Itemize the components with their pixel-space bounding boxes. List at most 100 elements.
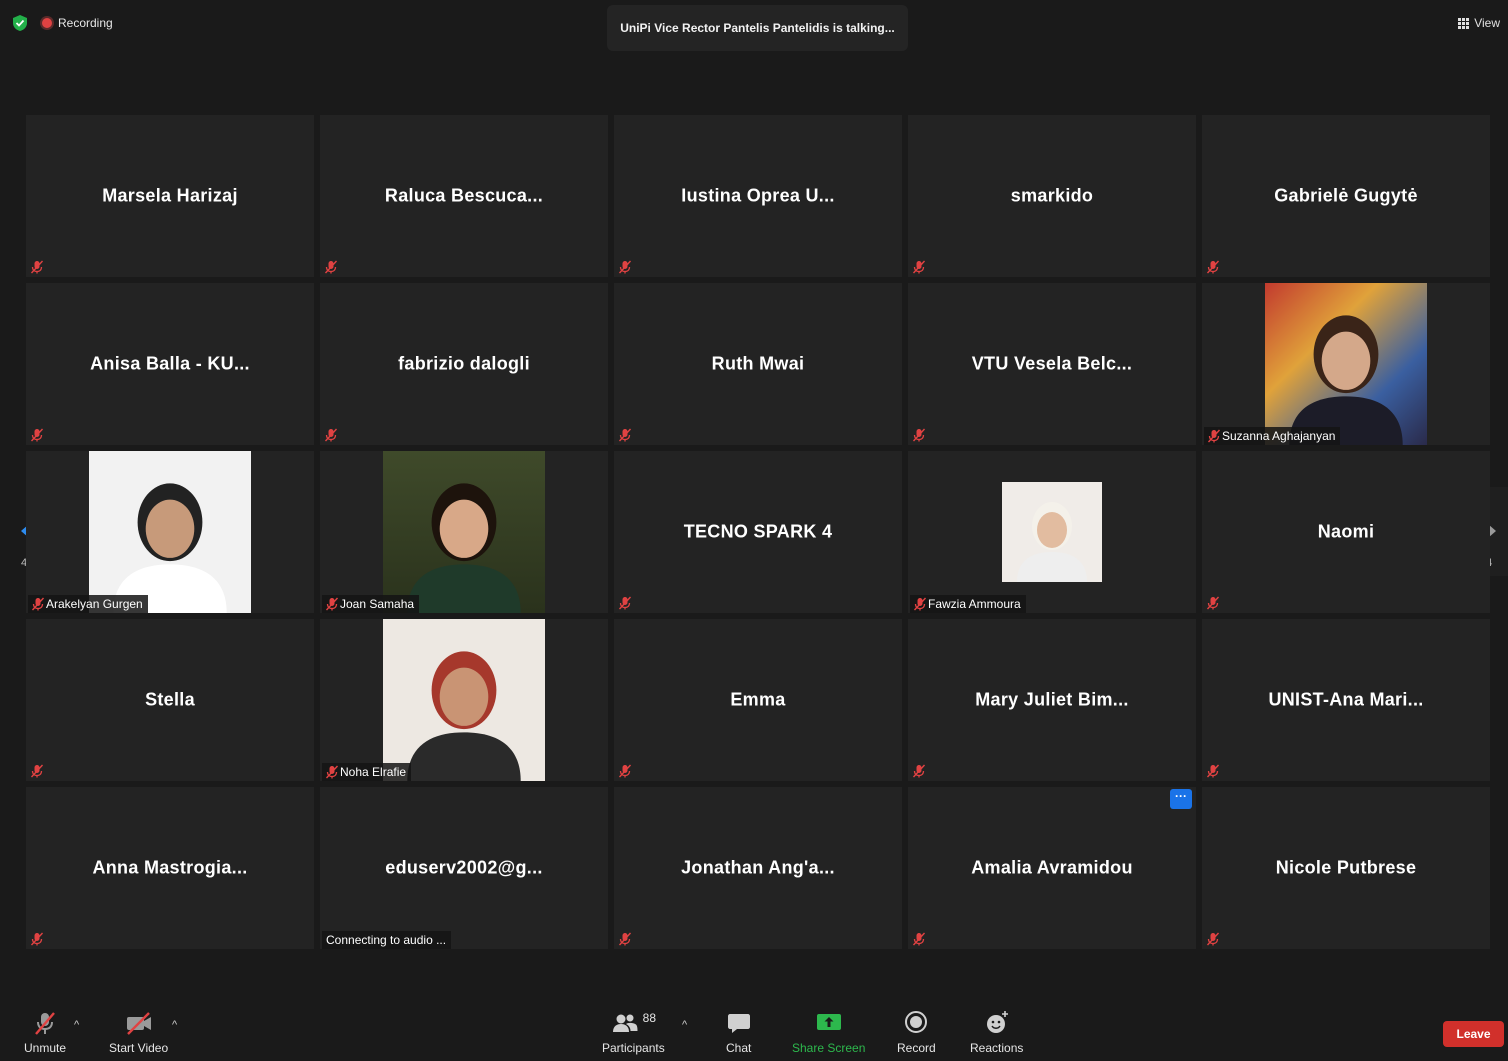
participant-name: Mary Juliet Bim... (975, 689, 1129, 710)
participants-options-chevron-icon[interactable]: ^ (682, 1019, 687, 1031)
participant-tile[interactable]: Suzanna Aghajanyan (1202, 283, 1490, 445)
participant-name: fabrizio dalogli (398, 353, 530, 374)
participant-tile[interactable]: Raluca Bescuca... (320, 115, 608, 277)
grid-view-icon (1458, 17, 1470, 29)
participant-tile[interactable]: VTU Vesela Belc... (908, 283, 1196, 445)
participants-button[interactable]: 88 Participants (602, 1010, 665, 1055)
participant-tile[interactable]: smarkido (908, 115, 1196, 277)
audio-status-label: Connecting to audio ... (322, 931, 452, 949)
participant-tile[interactable]: Ruth Mwai (614, 283, 902, 445)
participant-name-label: Noha Elrafie (322, 763, 412, 781)
participant-name: Gabrielė Gugytė (1274, 185, 1418, 206)
participant-tile[interactable]: Emma (614, 619, 902, 781)
muted-mic-icon (325, 597, 339, 611)
muted-mic-icon (1206, 764, 1220, 778)
muted-mic-icon (912, 260, 926, 274)
participant-label-text: Fawzia Ammoura (928, 597, 1021, 611)
muted-mic-icon (30, 932, 44, 946)
participant-name: UNIST-Ana Mari... (1268, 689, 1424, 710)
record-button[interactable]: Record (897, 1010, 936, 1055)
participant-name: Ruth Mwai (711, 353, 805, 374)
unmute-button[interactable]: Unmute (24, 1010, 66, 1055)
participants-icon (612, 1014, 638, 1032)
recording-label: Recording (58, 16, 113, 30)
participant-name: Naomi (1317, 521, 1375, 542)
participant-tile[interactable]: Fawzia Ammoura (908, 451, 1196, 613)
muted-mic-icon (618, 260, 632, 274)
start-video-label: Start Video (109, 1041, 169, 1055)
participant-name-label: Joan Samaha (322, 595, 420, 613)
view-button[interactable]: View (1458, 16, 1500, 30)
unmute-label: Unmute (24, 1041, 67, 1055)
participant-tile[interactable]: Stella (26, 619, 314, 781)
video-options-chevron-icon[interactable]: ^ (172, 1019, 177, 1031)
participant-name: Nicole Putbrese (1275, 857, 1417, 878)
participant-name: Anisa Balla - KU... (90, 353, 250, 374)
muted-mic-icon (913, 597, 927, 611)
muted-mic-icon (618, 596, 632, 610)
recording-indicator[interactable]: Recording (42, 16, 113, 30)
share-screen-button[interactable]: Share Screen (792, 1010, 865, 1055)
participant-name: smarkido (1010, 185, 1094, 206)
participant-tile[interactable]: fabrizio dalogli (320, 283, 608, 445)
chat-button[interactable]: Chat (726, 1010, 751, 1055)
participant-tile[interactable]: Mary Juliet Bim... (908, 619, 1196, 781)
reactions-smiley-icon (986, 1011, 1008, 1033)
muted-mic-icon (618, 932, 632, 946)
muted-mic-icon (1206, 260, 1220, 274)
reactions-label: Reactions (970, 1041, 1024, 1055)
chat-bubble-icon (727, 1014, 750, 1033)
audio-options-chevron-icon[interactable]: ^ (74, 1019, 79, 1031)
more-options-icon[interactable]: ··· (1170, 789, 1192, 809)
participant-tile[interactable]: Noha Elrafie (320, 619, 608, 781)
participant-label-text: Joan Samaha (340, 597, 415, 611)
view-label: View (1474, 16, 1500, 30)
muted-mic-icon (31, 597, 45, 611)
active-speaker-banner: UniPi Vice Rector Pantelis Pantelidis is… (607, 5, 908, 51)
participant-name: Marsela Harizaj (102, 185, 238, 206)
participant-tile[interactable]: Anisa Balla - KU... (26, 283, 314, 445)
participant-tile[interactable]: Marsela Harizaj (26, 115, 314, 277)
participant-video-image (383, 451, 545, 613)
participant-tile[interactable]: eduserv2002@g... Connecting to audio ... (320, 787, 608, 949)
muted-mic-icon (912, 428, 926, 442)
participant-name: Jonathan Ang'a... (681, 857, 835, 878)
participant-label-text: Noha Elrafie (340, 765, 407, 779)
share-screen-label: Share Screen (792, 1041, 866, 1055)
participant-name-label: Arakelyan Gurgen (28, 595, 148, 613)
participant-tile[interactable]: Naomi (1202, 451, 1490, 613)
reactions-button[interactable]: Reactions (970, 1010, 1023, 1055)
muted-mic-icon (912, 932, 926, 946)
start-video-button[interactable]: Start Video (109, 1010, 168, 1055)
leave-button[interactable]: Leave (1443, 1021, 1504, 1047)
security-shield-icon[interactable] (12, 14, 28, 32)
participant-tile[interactable]: TECNO SPARK 4 (614, 451, 902, 613)
participant-name: Iustina Oprea U... (681, 185, 835, 206)
participant-name: Anna Mastrogia... (92, 857, 248, 878)
participant-video-image (1002, 482, 1102, 582)
muted-mic-icon (325, 765, 339, 779)
participant-name: Raluca Bescuca... (384, 185, 544, 206)
participants-count: 88 (642, 1011, 657, 1025)
participant-name: eduserv2002@g... (385, 857, 543, 878)
participant-tile[interactable]: Joan Samaha (320, 451, 608, 613)
participant-tile[interactable]: Amalia Avramidou ··· (908, 787, 1196, 949)
participant-name-label: Suzanna Aghajanyan (1204, 427, 1341, 445)
participant-name: Amalia Avramidou (971, 857, 1133, 878)
participant-name: TECNO SPARK 4 (683, 521, 833, 542)
participant-tile[interactable]: Arakelyan Gurgen (26, 451, 314, 613)
participant-name: Emma (730, 689, 786, 710)
participant-tile[interactable]: Iustina Oprea U... (614, 115, 902, 277)
participant-label-text: Arakelyan Gurgen (46, 597, 143, 611)
muted-mic-icon (30, 260, 44, 274)
participant-tile[interactable]: Jonathan Ang'a... (614, 787, 902, 949)
muted-mic-icon (912, 764, 926, 778)
participant-tile[interactable]: Gabrielė Gugytė (1202, 115, 1490, 277)
recording-dot-icon (42, 18, 52, 28)
participant-video-image (383, 619, 545, 781)
record-icon (905, 1011, 928, 1033)
participant-tile[interactable]: Nicole Putbrese (1202, 787, 1490, 949)
participant-video-image (89, 451, 251, 613)
participant-tile[interactable]: UNIST-Ana Mari... (1202, 619, 1490, 781)
participant-tile[interactable]: Anna Mastrogia... (26, 787, 314, 949)
